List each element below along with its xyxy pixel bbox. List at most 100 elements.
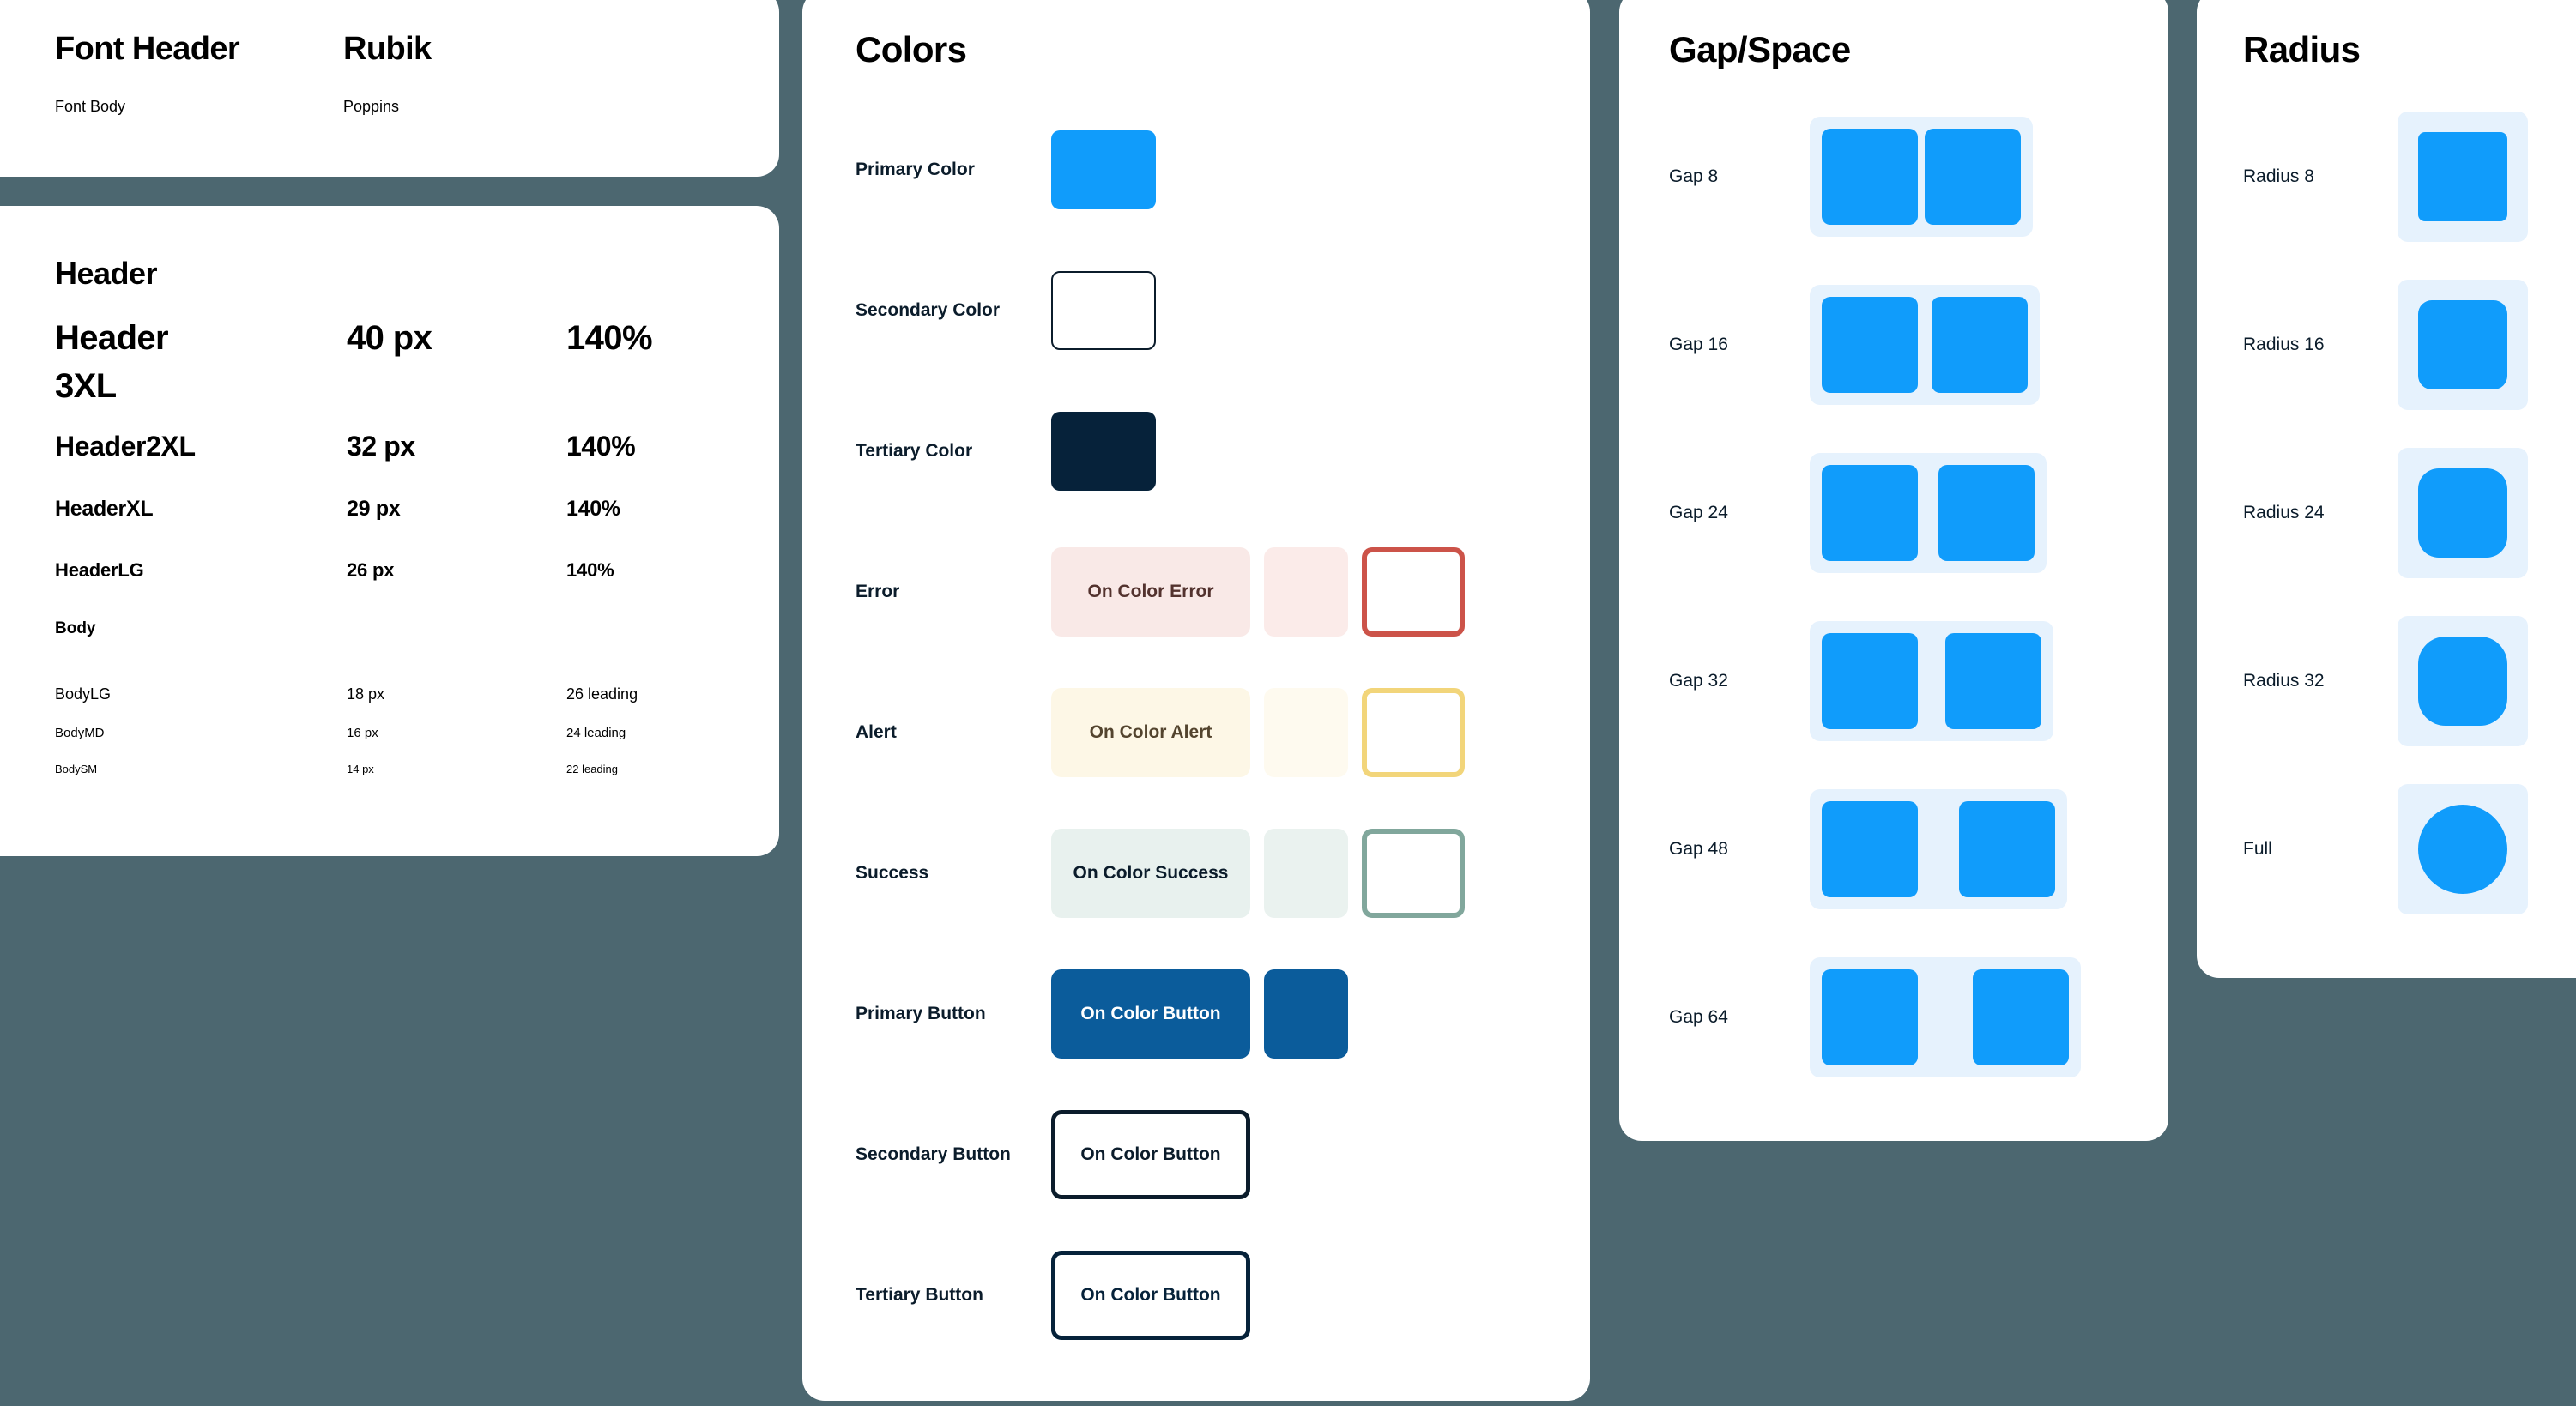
type-row-size: 18 px: [347, 685, 385, 703]
radius-demo-container: [2398, 280, 2528, 410]
gap-demo-container: [1810, 117, 2033, 237]
type-row-leading: 140%: [566, 319, 653, 357]
color-row-label: Secondary Button: [856, 1144, 1011, 1164]
gap-row-label: Gap 48: [1669, 839, 1728, 859]
colors-card: Colors Primary Color Secondary Color Ter…: [802, 0, 1590, 1401]
type-row-leading: 140%: [566, 559, 614, 581]
color-row-secondary-button: Secondary Button On Color Button: [856, 1084, 1542, 1225]
type-row-leading: 140%: [566, 497, 620, 521]
gap-row: Gap 48: [1669, 765, 2150, 933]
radius-demo-container: [2398, 784, 2528, 914]
type-row-name: Header 3XL: [55, 314, 347, 410]
type-row-size: 26 px: [347, 559, 395, 581]
radius-tile: [2418, 637, 2507, 726]
primary-button-swatch[interactable]: [1264, 969, 1348, 1059]
typography-card: Header Header 3XL 40 px 140% Header2XL 3…: [0, 206, 779, 856]
color-row-label: Tertiary Button: [856, 1285, 983, 1305]
gap-tile: [1932, 297, 2028, 393]
gap-tile: [1822, 465, 1918, 561]
radius-tile: [2418, 300, 2507, 389]
color-row-secondary: Secondary Color: [856, 240, 1542, 381]
font-card: Font Header Rubik Font Body Poppins: [0, 0, 779, 177]
success-on-color-swatch[interactable]: On Color Success: [1051, 829, 1250, 918]
font-header-value: Rubik: [343, 31, 432, 67]
alert-tint-swatch[interactable]: [1264, 688, 1348, 777]
radius-demo-container: [2398, 616, 2528, 746]
color-row-label: Secondary Color: [856, 300, 1001, 320]
type-row-name: Header2XL: [55, 431, 196, 462]
color-row-error: Error On Color Error: [856, 522, 1542, 662]
type-row: BodyLG 18 px 26 leading: [55, 683, 741, 724]
tertiary-button[interactable]: On Color Button: [1051, 1251, 1250, 1340]
radius-row: Radius 16: [2243, 261, 2576, 429]
gap-tile: [1822, 633, 1918, 729]
gap-tile: [1973, 969, 2069, 1065]
gap-tile: [1925, 129, 2021, 225]
success-outline-swatch[interactable]: [1362, 829, 1465, 918]
error-on-color-swatch[interactable]: On Color Error: [1051, 547, 1250, 637]
secondary-color-swatch[interactable]: [1051, 271, 1156, 350]
typography-body-section-row: Body: [55, 619, 741, 683]
radius-card: Radius Radius 8 Radius 16 Radius 24 Radi…: [2197, 0, 2576, 978]
gap-row-label: Gap 16: [1669, 335, 1728, 354]
radius-row: Radius 32: [2243, 597, 2576, 765]
type-row-name-line2: 3XL: [55, 367, 117, 405]
gap-tile: [1822, 129, 1918, 225]
gap-tile: [1959, 801, 2055, 897]
color-row-label: Primary Color: [856, 160, 975, 179]
type-row-size: 32 px: [347, 431, 415, 462]
type-row: HeaderXL 29 px 140%: [55, 494, 741, 558]
font-body-label: Font Body: [55, 98, 126, 115]
gap-row-label: Gap 64: [1669, 1007, 1728, 1027]
alert-on-color-swatch[interactable]: On Color Alert: [1051, 688, 1250, 777]
radius-row-label: Radius 8: [2243, 166, 2314, 186]
gap-row: Gap 32: [1669, 597, 2150, 765]
gap-row: Gap 64: [1669, 933, 2150, 1101]
color-row-alert: Alert On Color Alert: [856, 662, 1542, 803]
secondary-button[interactable]: On Color Button: [1051, 1110, 1250, 1199]
color-row-label: Tertiary Color: [856, 441, 973, 461]
type-row: HeaderLG 26 px 140%: [55, 558, 741, 619]
error-tint-swatch[interactable]: [1264, 547, 1348, 637]
font-header-label: Font Header: [55, 31, 240, 67]
font-body-row: Font Body Poppins: [55, 98, 724, 116]
color-row-tertiary-button: Tertiary Button On Color Button: [856, 1225, 1542, 1366]
gap-row: Gap 8: [1669, 93, 2150, 261]
color-row-label: Primary Button: [856, 1004, 986, 1023]
type-row-size: 14 px: [347, 763, 374, 775]
colors-panel-title: Colors: [856, 29, 967, 69]
typography-header-section-title: Header: [55, 256, 158, 291]
radius-row: Full: [2243, 765, 2576, 933]
gap-demo-container: [1810, 789, 2067, 909]
tertiary-color-swatch[interactable]: [1051, 412, 1156, 491]
radius-row-label: Radius 24: [2243, 503, 2325, 522]
gap-row-label: Gap 24: [1669, 503, 1728, 522]
gap-tile: [1822, 297, 1918, 393]
gap-tile: [1945, 633, 2041, 729]
color-row-tertiary: Tertiary Color: [856, 381, 1542, 522]
type-row-leading: 26 leading: [566, 685, 638, 703]
primary-color-swatch[interactable]: [1051, 130, 1156, 209]
type-row-leading: 24 leading: [566, 726, 626, 740]
radius-tile: [2418, 132, 2507, 221]
type-row: BodySM 14 px 22 leading: [55, 762, 741, 800]
gap-row-label: Gap 8: [1669, 166, 1719, 186]
radius-row: Radius 24: [2243, 429, 2576, 597]
gap-row: Gap 24: [1669, 429, 2150, 597]
error-outline-swatch[interactable]: [1362, 547, 1465, 637]
gap-demo-container: [1810, 957, 2081, 1077]
type-row: BodyMD 16 px 24 leading: [55, 724, 741, 762]
primary-button[interactable]: On Color Button: [1051, 969, 1250, 1059]
radius-row-label: Radius 32: [2243, 671, 2325, 691]
gap-tile: [1938, 465, 2035, 561]
type-row: Header2XL 32 px 140%: [55, 427, 741, 494]
success-tint-swatch[interactable]: [1264, 829, 1348, 918]
radius-demo-container: [2398, 112, 2528, 242]
gap-row-label: Gap 32: [1669, 671, 1728, 691]
type-row-name-line1: Header: [55, 319, 169, 357]
color-row-label: Error: [856, 582, 900, 601]
radius-row-label: Full: [2243, 839, 2272, 859]
alert-outline-swatch[interactable]: [1362, 688, 1465, 777]
type-row-name: BodySM: [55, 763, 98, 775]
gap-demo-container: [1810, 285, 2040, 405]
